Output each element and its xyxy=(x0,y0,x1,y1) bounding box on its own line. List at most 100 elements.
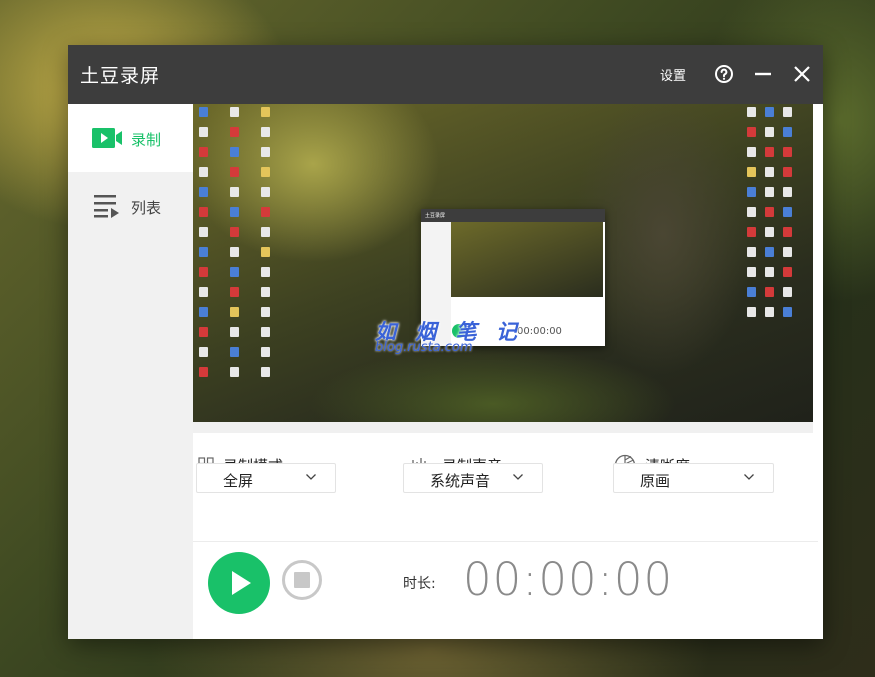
file-icon xyxy=(783,147,792,157)
audio-select[interactable]: 系统声音 xyxy=(403,463,543,493)
sidebar: 录制 列表 xyxy=(68,104,193,639)
file-icon xyxy=(230,267,239,277)
file-icon xyxy=(783,187,792,197)
file-icon xyxy=(765,107,774,117)
file-icon xyxy=(747,187,756,197)
stop-icon xyxy=(294,572,310,588)
file-icon xyxy=(230,327,239,337)
file-icon xyxy=(765,127,774,137)
file-icon xyxy=(747,167,756,177)
file-icon xyxy=(230,367,239,377)
file-icon xyxy=(747,247,756,257)
file-icon xyxy=(747,287,756,297)
file-icon xyxy=(765,307,774,317)
sidebar-item-label: 列表 xyxy=(131,199,162,217)
file-icon xyxy=(783,287,792,297)
file-icon xyxy=(199,307,208,317)
file-icon xyxy=(747,127,756,137)
chevron-down-icon xyxy=(306,474,316,480)
video-camera-icon xyxy=(92,128,122,148)
file-icon xyxy=(261,107,270,117)
file-icon xyxy=(199,227,208,237)
file-icon xyxy=(199,107,208,117)
file-icon xyxy=(199,247,208,257)
sidebar-item-label: 录制 xyxy=(131,131,162,149)
file-icon xyxy=(230,247,239,257)
title-bar[interactable]: 土豆录屏 设置 xyxy=(68,45,823,104)
screen-preview: 土豆录屏 00:00:00 如 烟 笔 记 blog.rusta.com xyxy=(193,104,813,433)
file-icon xyxy=(261,207,270,217)
sidebar-item-list[interactable]: 列表 xyxy=(68,172,193,240)
file-icon xyxy=(199,267,208,277)
desktop-icons-right xyxy=(747,107,792,317)
list-play-icon xyxy=(94,195,119,218)
divider xyxy=(193,541,818,542)
file-icon xyxy=(230,107,239,117)
file-icon xyxy=(230,167,239,177)
file-icon xyxy=(261,327,270,337)
chevron-down-icon xyxy=(513,474,523,480)
file-icon xyxy=(261,307,270,317)
file-icon xyxy=(199,327,208,337)
file-icon xyxy=(230,187,239,197)
file-icon xyxy=(261,147,270,157)
play-icon xyxy=(232,571,251,595)
sidebar-item-record[interactable]: 录制 xyxy=(68,104,193,172)
desktop-icons-left xyxy=(199,107,270,377)
file-icon xyxy=(261,287,270,297)
file-icon xyxy=(747,227,756,237)
audio-value: 系统声音 xyxy=(430,472,491,490)
mini-title: 土豆录屏 xyxy=(421,209,605,222)
file-icon xyxy=(230,147,239,157)
file-icon xyxy=(261,347,270,357)
file-icon xyxy=(747,147,756,157)
close-icon[interactable] xyxy=(790,62,814,86)
preview-taskbar xyxy=(193,422,813,433)
file-icon xyxy=(765,267,774,277)
file-icon xyxy=(765,207,774,217)
stop-record-button[interactable] xyxy=(282,560,322,600)
start-record-button[interactable] xyxy=(208,552,270,614)
file-icon xyxy=(783,247,792,257)
file-icon xyxy=(765,167,774,177)
file-icon xyxy=(783,207,792,217)
file-icon xyxy=(783,227,792,237)
mode-select[interactable]: 全屏 xyxy=(196,463,336,493)
file-icon xyxy=(747,207,756,217)
mini-screen xyxy=(451,222,603,297)
chevron-down-icon xyxy=(744,474,754,480)
file-icon xyxy=(783,107,792,117)
file-icon xyxy=(261,267,270,277)
file-icon xyxy=(199,207,208,217)
file-icon xyxy=(199,167,208,177)
file-icon xyxy=(230,347,239,357)
file-icon xyxy=(230,127,239,137)
file-icon xyxy=(765,187,774,197)
file-icon xyxy=(765,287,774,297)
quality-value: 原画 xyxy=(640,472,671,490)
file-icon xyxy=(747,307,756,317)
file-icon xyxy=(261,247,270,257)
file-icon xyxy=(199,367,208,377)
minimize-icon[interactable] xyxy=(751,62,775,86)
help-icon[interactable] xyxy=(712,62,736,86)
file-icon xyxy=(261,227,270,237)
file-icon xyxy=(230,287,239,297)
mode-value: 全屏 xyxy=(223,472,254,490)
file-icon xyxy=(261,367,270,377)
file-icon xyxy=(230,307,239,317)
file-icon xyxy=(783,307,792,317)
file-icon xyxy=(199,347,208,357)
file-icon xyxy=(199,287,208,297)
file-icon xyxy=(230,227,239,237)
file-icon xyxy=(199,127,208,137)
file-icon xyxy=(783,167,792,177)
app-window: 土豆录屏 设置 录制 列表 土豆录屏 00:00:00 如 烟 笔 记 blog… xyxy=(68,45,823,639)
file-icon xyxy=(230,207,239,217)
file-icon xyxy=(765,147,774,157)
file-icon xyxy=(783,127,792,137)
duration-value: 00:00:00 xyxy=(463,553,674,606)
settings-button[interactable]: 设置 xyxy=(660,65,686,84)
quality-select[interactable]: 原画 xyxy=(613,463,774,493)
controls-panel: 录制模式 全屏 录制声音 系统声音 xyxy=(193,433,823,639)
